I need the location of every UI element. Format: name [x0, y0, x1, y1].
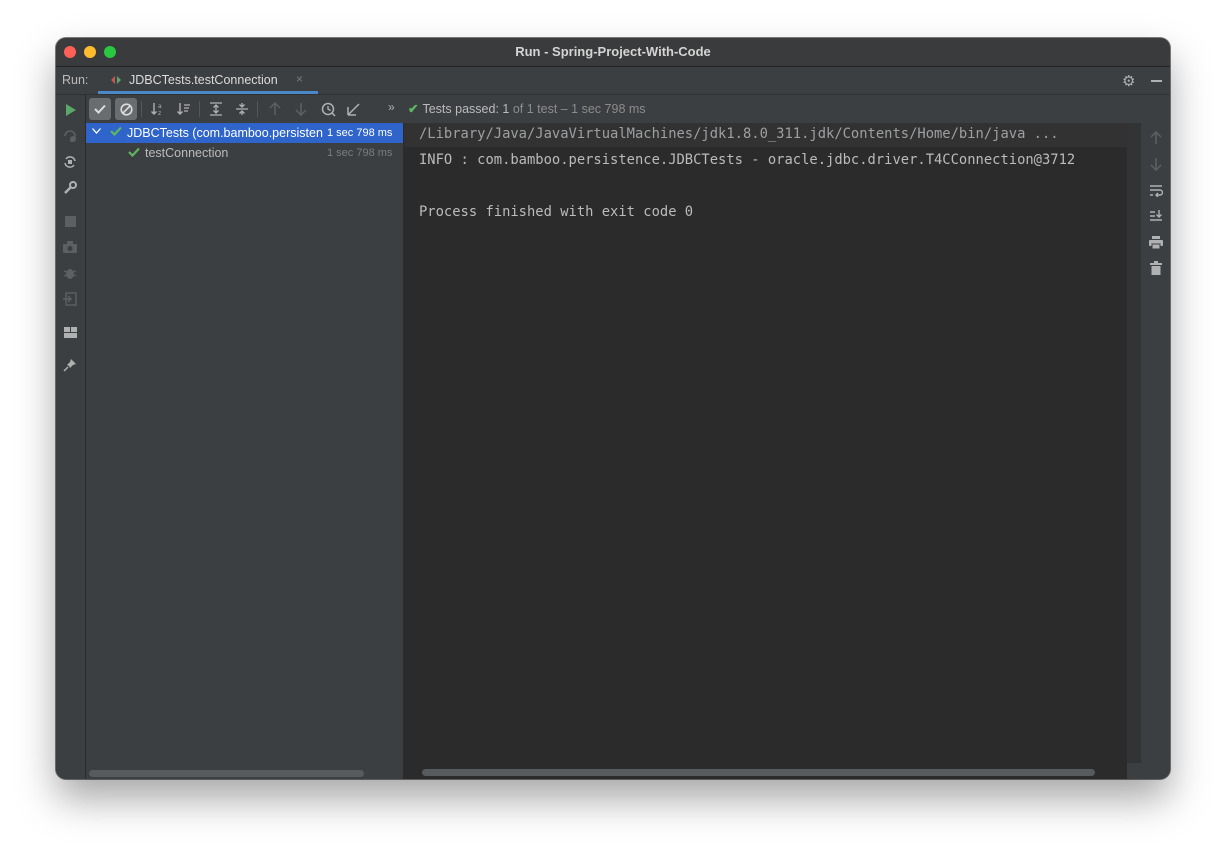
console-output: /Library/Java/JavaVirtualMachines/jdk1.8…: [404, 123, 1127, 779]
gear-icon[interactable]: ⚙: [1122, 72, 1135, 90]
previous-test-icon[interactable]: [264, 98, 286, 120]
tree-horizontal-scrollbar[interactable]: [89, 770, 364, 777]
toolbar-separator: [257, 101, 258, 117]
tree-item-name: testConnection: [145, 146, 229, 160]
rerun-failed-icon[interactable]: [63, 129, 77, 143]
run-tab-bar: Run: JDBCTests.testConnection × ⚙: [56, 67, 1170, 95]
sort-alpha-icon[interactable]: az: [147, 98, 169, 120]
toolbar-separator: [141, 101, 142, 117]
console-vertical-scrollbar[interactable]: [1127, 123, 1141, 763]
test-status-summary: ✔ Tests passed: 1 of 1 test – 1 sec 798 m…: [408, 101, 646, 116]
passed-check-icon: ✔: [408, 102, 419, 116]
hide-panel-icon[interactable]: [1151, 80, 1162, 82]
tree-row-jdbctests[interactable]: JDBCTests (com.bamboo.persistence) 1 sec…: [86, 123, 403, 143]
tree-row-testconnection[interactable]: testConnection 1 sec 798 ms: [86, 143, 403, 163]
import-icon[interactable]: [63, 292, 77, 306]
camera-icon[interactable]: [63, 240, 77, 254]
title-bar: Run - Spring-Project-With-Code: [56, 38, 1170, 67]
next-test-icon[interactable]: [290, 98, 312, 120]
scroll-up-icon[interactable]: [1149, 131, 1163, 145]
tab-jdbctests-testconnection[interactable]: JDBCTests.testConnection ×: [98, 67, 318, 94]
status-prefix: Tests passed:: [422, 102, 503, 116]
console-line-command[interactable]: /Library/Java/JavaVirtualMachines/jdk1.8…: [419, 126, 1059, 142]
clear-icon[interactable]: [1149, 261, 1163, 275]
tab-label: JDBCTests.testConnection: [129, 73, 278, 87]
test-toolbar: az » ✔ Tests passed: 1 of 1 test – 1 sec …: [86, 95, 1170, 123]
run-label: Run:: [62, 73, 89, 87]
wrench-icon[interactable]: [63, 181, 77, 195]
collapse-all-icon[interactable]: [231, 98, 253, 120]
passed-check-icon: [110, 125, 122, 139]
sort-duration-icon[interactable]: [173, 98, 195, 120]
rerun-icon[interactable]: [63, 103, 77, 117]
junit-icon: [111, 76, 121, 84]
show-ignored-icon[interactable]: [115, 98, 137, 120]
tree-item-time: 1 sec 798 ms: [327, 147, 393, 159]
expand-all-icon[interactable]: [205, 98, 227, 120]
tree-item-name: JDBCTests (com.bamboo.persistence): [127, 126, 323, 140]
soft-wrap-icon[interactable]: [1149, 183, 1163, 197]
more-actions-icon[interactable]: »: [388, 100, 395, 114]
pin-icon[interactable]: [63, 358, 77, 372]
scroll-to-end-icon[interactable]: [1149, 209, 1163, 223]
right-action-strip: [1141, 123, 1170, 779]
import-tests-icon[interactable]: [343, 98, 365, 120]
console-horizontal-scrollbar[interactable]: [422, 769, 1095, 776]
console-line-exit: Process finished with exit code 0: [419, 204, 694, 220]
print-icon[interactable]: [1149, 235, 1163, 249]
toolbar-separator: [199, 101, 200, 117]
debug-icon[interactable]: [63, 266, 77, 280]
test-tree: JDBCTests (com.bamboo.persistence) 1 sec…: [86, 123, 404, 779]
console-line-info: INFO : com.bamboo.persistence.JDBCTests …: [419, 152, 1076, 168]
close-tab-icon[interactable]: ×: [296, 72, 303, 86]
svg-text:a: a: [158, 103, 162, 110]
tab-selected-indicator: [98, 91, 318, 94]
svg-text:z: z: [158, 110, 161, 116]
window-title: Run - Spring-Project-With-Code: [515, 44, 711, 59]
chevron-down-icon[interactable]: [92, 126, 101, 137]
show-passed-icon[interactable]: [89, 98, 111, 120]
ide-window: Run - Spring-Project-With-Code Run: JDBC…: [56, 38, 1170, 779]
history-icon[interactable]: [317, 98, 339, 120]
toggle-autotest-icon[interactable]: [63, 155, 77, 169]
passed-check-icon: [128, 146, 140, 160]
tree-item-time: 1 sec 798 ms: [327, 127, 393, 139]
layout-icon[interactable]: [63, 325, 77, 339]
left-action-strip: [56, 95, 86, 779]
scroll-down-icon[interactable]: [1149, 157, 1163, 171]
stop-icon[interactable]: [63, 214, 77, 228]
status-suffix: of 1 test – 1 sec 798 ms: [509, 102, 646, 116]
